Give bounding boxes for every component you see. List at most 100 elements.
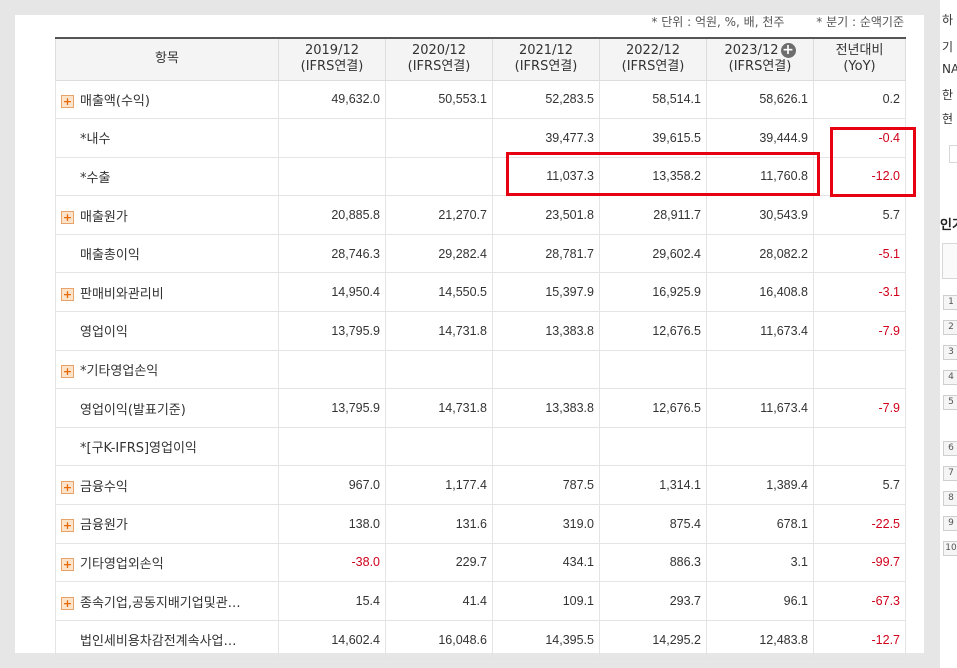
value-cell: [599, 349, 707, 390]
row-label-cell[interactable]: + 기타영업외손익: [55, 542, 279, 583]
expand-plus-icon[interactable]: +: [61, 210, 74, 224]
row-label: 종속기업,공동지배기업및관…: [80, 595, 241, 611]
table-row: *[구K-IFRS]영업이익: [55, 426, 906, 467]
value-cell: 14,395.5: [492, 619, 600, 660]
expand-plus-icon[interactable]: +: [61, 519, 74, 533]
row-label-cell[interactable]: + 판매비와관리비: [55, 272, 279, 313]
value-cell: 28,746.3: [278, 233, 386, 274]
value-cell: 1,314.1: [599, 465, 707, 506]
value-cell: 3.1: [706, 542, 814, 583]
expand-plus-icon[interactable]: +: [61, 596, 74, 610]
yoy-cell: -7.9: [813, 311, 906, 351]
rank-badge[interactable]: 1: [943, 295, 957, 310]
value-cell: 138.0: [278, 504, 386, 544]
value-cell: 875.4: [599, 504, 707, 544]
row-label-cell[interactable]: + 매출액(수익): [55, 79, 279, 120]
rank-badge[interactable]: 8: [943, 491, 957, 506]
header-year: 2020/12: [411, 43, 466, 59]
plus-circle-icon[interactable]: +: [780, 43, 796, 59]
rank-badge[interactable]: 3: [943, 345, 957, 360]
value-cell: 58,514.1: [599, 79, 707, 120]
table-row: + 금융수익 967.0 1,177.4 787.5 1,314.1 1,389.4 5.7: [55, 465, 906, 506]
value-cell: [385, 156, 493, 197]
header-col-yoy: 전년대비 (YoY): [813, 37, 906, 81]
row-label-cell[interactable]: + 금융원가: [55, 504, 279, 544]
row-label-cell[interactable]: + *기타영업손익: [55, 349, 279, 390]
header-yoy-title: 전년대비: [835, 43, 884, 59]
value-cell: 29,282.4: [385, 233, 493, 274]
value-cell: 1,389.4: [706, 465, 814, 506]
yoy-cell: -12.7: [813, 619, 906, 660]
yoy-cell: -7.9: [813, 388, 906, 428]
value-cell: [492, 349, 600, 390]
yoy-cell: [813, 426, 906, 467]
value-cell: [385, 349, 493, 390]
row-label: 법인세비용차감전계속사업…: [80, 634, 237, 650]
row-label-cell: *[구K-IFRS]영업이익: [55, 426, 279, 467]
rank-badge[interactable]: 6: [943, 441, 957, 456]
sidebar-text-4: 한: [942, 88, 954, 102]
quarter-basis-label: * 분기 : 순액기준: [816, 15, 904, 29]
value-cell: 12,483.8: [706, 619, 814, 660]
row-label-cell[interactable]: + 매출원가: [55, 195, 279, 235]
yoy-cell: -5.1: [813, 233, 906, 274]
rank-badge[interactable]: 7: [943, 466, 957, 481]
value-cell: 12,676.5: [599, 388, 707, 428]
yoy-cell: 5.7: [813, 195, 906, 235]
expand-plus-icon[interactable]: +: [61, 480, 74, 494]
sidebar-popular-title: 인기: [940, 218, 957, 233]
header-year: 2019/12: [304, 43, 359, 59]
rank-badge[interactable]: 2: [943, 320, 957, 335]
row-label-cell[interactable]: + 금융수익: [55, 465, 279, 506]
rank-badge[interactable]: 9: [943, 516, 957, 531]
value-cell: 14,550.5: [385, 272, 493, 313]
rank-badge[interactable]: 5: [943, 395, 957, 410]
value-cell: 678.1: [706, 504, 814, 544]
value-cell: 14,731.8: [385, 388, 493, 428]
row-label: 기타영업외손익: [80, 556, 164, 572]
yoy-cell: -22.5: [813, 504, 906, 544]
expand-plus-icon[interactable]: +: [61, 287, 74, 301]
value-cell: [492, 426, 600, 467]
row-label: *[구K-IFRS]영업이익: [80, 441, 197, 457]
expand-plus-icon[interactable]: +: [61, 557, 74, 571]
value-cell: 886.3: [599, 542, 707, 583]
yoy-cell: 0.2: [813, 79, 906, 120]
row-label-cell: 매출총이익: [55, 233, 279, 274]
yoy-cell: [813, 349, 906, 390]
value-cell: 21,270.7: [385, 195, 493, 235]
row-label-cell: *내수: [55, 118, 279, 158]
header-yoy-sub: (YoY): [843, 59, 876, 75]
value-cell: 14,731.8: [385, 311, 493, 351]
rank-badge[interactable]: 4: [943, 370, 957, 385]
header-col-2023: 2023/12 + (IFRS연결): [706, 37, 814, 81]
expand-plus-icon[interactable]: +: [61, 94, 74, 108]
row-label: 매출원가: [80, 209, 128, 225]
sidebar-text-3: NA: [942, 62, 957, 76]
highlight-box-export-values: [506, 152, 820, 196]
rank-badge[interactable]: 10: [943, 541, 957, 556]
value-cell: 15,397.9: [492, 272, 600, 313]
value-cell: 11,673.4: [706, 311, 814, 351]
expand-plus-icon[interactable]: +: [61, 364, 74, 378]
header-basis: (IFRS연결): [728, 59, 792, 75]
header-basis: (IFRS연결): [300, 59, 364, 75]
value-cell: 13,795.9: [278, 388, 386, 428]
value-cell: 16,408.8: [706, 272, 814, 313]
row-label-cell: 법인세비용차감전계속사업…: [55, 619, 279, 660]
row-label: *내수: [80, 132, 111, 148]
header-item: 항목: [55, 37, 279, 81]
row-label: 매출액(수익): [80, 93, 150, 109]
sidebar-small-box[interactable]: [949, 145, 957, 163]
row-label: 금융수익: [80, 479, 128, 495]
row-label: 매출총이익: [80, 248, 140, 264]
row-label-cell[interactable]: + 종속기업,공동지배기업및관…: [55, 581, 279, 621]
value-cell: 11,673.4: [706, 388, 814, 428]
value-cell: 15.4: [278, 581, 386, 621]
sidebar-tab-box[interactable]: [942, 243, 957, 279]
table-row: + 금융원가 138.0 131.6 319.0 875.4 678.1 -22.5: [55, 504, 906, 544]
window-frame-left: [0, 0, 15, 668]
highlight-box-yoy: [830, 127, 916, 197]
header-col-2022: 2022/12 (IFRS연결): [599, 37, 707, 81]
table-row: + 기타영업외손익 -38.0 229.7 434.1 886.3 3.1 -99.7: [55, 542, 906, 583]
